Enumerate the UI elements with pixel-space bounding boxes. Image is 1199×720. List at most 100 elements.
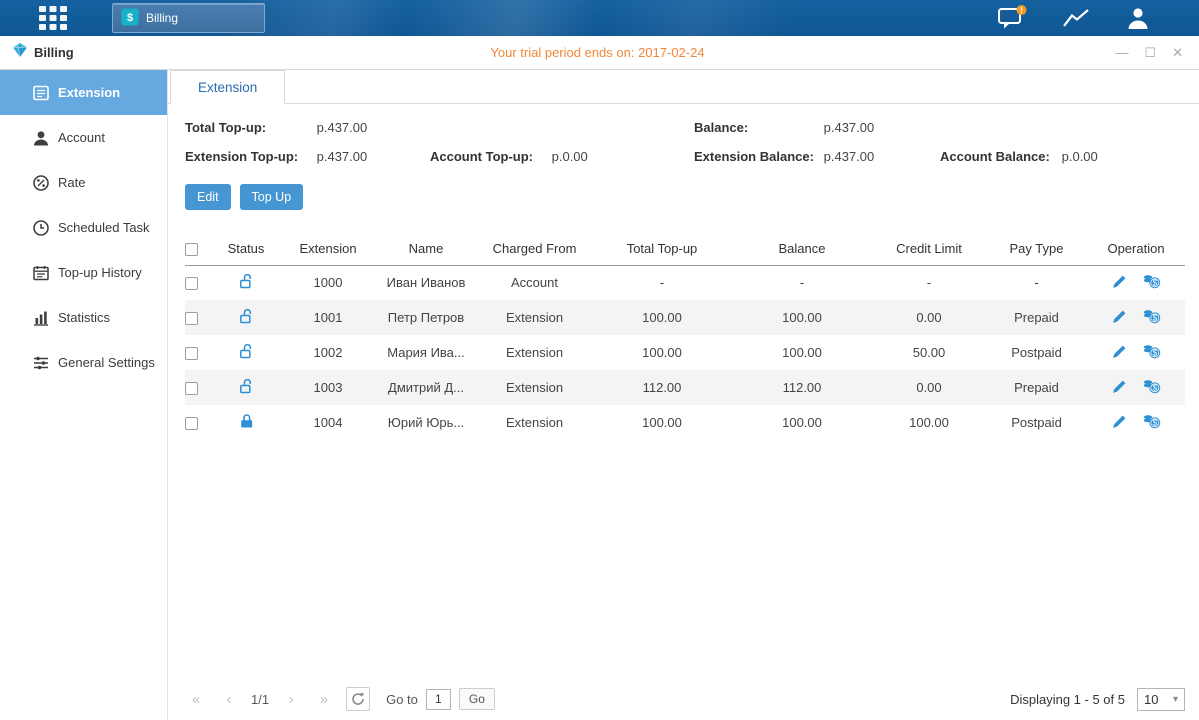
sidebar-item-scheduled-task[interactable]: Scheduled Task [0,205,167,250]
sidebar-item-rate[interactable]: Rate [0,160,167,205]
goto-page-input[interactable] [426,689,451,710]
account-topup-field: Account Top-up: p.0.00 [430,149,694,164]
sidebar-item-topup-history[interactable]: Top-up History [0,250,167,295]
cell-extension: 1004 [281,405,375,440]
extension-topup-value: p.437.00 [317,149,368,164]
goto-label: Go to [386,692,418,707]
main-panel: Extension Total Top-up: p.437.00 Balance… [168,70,1199,720]
billing-dollar-icon: $ [121,8,139,29]
cell-charged-from: Extension [477,370,592,405]
lock-open-icon[interactable] [239,273,254,289]
select-all-checkbox[interactable] [185,243,198,256]
table-header-row: Status Extension Name Charged From Total… [185,233,1185,265]
svg-text:$: $ [1152,313,1157,322]
sidebar: Extension Account Rate [0,70,168,720]
window-title: Billing [34,45,74,60]
account-person-icon [32,129,50,147]
topup-money-icon[interactable]: $ [1143,309,1161,324]
balance-summary: Total Top-up: p.437.00 Balance: p.437.00… [185,120,1185,164]
sliders-icon [32,354,50,372]
extension-balance-field: Extension Balance: p.437.00 [694,149,940,164]
close-icon[interactable]: ✕ [1172,46,1183,59]
cell-name: Дмитрий Д... [375,370,477,405]
sidebar-item-statistics[interactable]: Statistics [0,295,167,340]
page-size-select[interactable]: 10 ▾ [1137,688,1185,711]
minimize-icon[interactable]: — [1115,46,1128,59]
edit-pencil-icon[interactable] [1112,309,1127,324]
taskbar-item-label: Billing [146,11,178,25]
account-balance-value: p.0.00 [1062,149,1098,164]
pagination-bar: « ‹ 1/1 › » Go to Go Displaying 1 - 5 of… [185,687,1185,711]
row-checkbox[interactable] [185,417,198,430]
cell-pay-type: Postpaid [986,335,1087,370]
next-page-icon[interactable]: › [280,691,302,708]
statistics-chart-icon[interactable] [1061,6,1091,30]
top-up-button[interactable]: Top Up [240,184,304,210]
desktop-topbar: $ Billing ! [0,0,1199,36]
lock-open-icon[interactable] [239,378,254,394]
refresh-icon[interactable] [346,687,370,711]
total-topup-field: Total Top-up: p.437.00 [185,120,430,135]
row-checkbox[interactable] [185,277,198,290]
last-page-icon[interactable]: » [313,691,335,708]
taskbar-item-billing[interactable]: $ Billing [112,3,265,33]
first-page-icon[interactable]: « [185,691,207,708]
topup-money-icon[interactable]: $ [1143,344,1161,359]
sidebar-item-general-settings[interactable]: General Settings [0,340,167,385]
topup-money-icon[interactable]: $ [1143,379,1161,394]
balance-field: Balance: p.437.00 [694,120,940,135]
tab-extension[interactable]: Extension [170,70,285,104]
lock-open-icon[interactable] [239,343,254,359]
cell-pay-type: Prepaid [986,370,1087,405]
bar-chart-icon [32,309,50,327]
cell-name: Петр Петров [375,300,477,335]
maximize-icon[interactable]: ☐ [1144,46,1156,59]
cell-pay-type: - [986,265,1087,300]
table-row: 1003 Дмитрий Д... Extension 112.00 112.0… [185,370,1185,405]
cell-credit-limit: 100.00 [872,405,986,440]
extension-topup-field: Extension Top-up: p.437.00 [185,149,430,164]
chat-notification-icon[interactable]: ! [997,5,1027,31]
account-balance-label: Account Balance: [940,149,1058,164]
edit-button[interactable]: Edit [185,184,231,210]
chevron-down-icon: ▾ [1173,694,1178,705]
lock-open-icon[interactable] [239,308,254,324]
sidebar-item-label: Scheduled Task [58,220,150,235]
cell-total-topup: 100.00 [592,335,732,370]
page-size-value: 10 [1144,692,1158,707]
table-row: 1004 Юрий Юрь... Extension 100.00 100.00… [185,405,1185,440]
edit-pencil-icon[interactable] [1112,379,1127,394]
edit-pencil-icon[interactable] [1112,274,1127,289]
sidebar-item-account[interactable]: Account [0,115,167,160]
cell-total-topup: 100.00 [592,405,732,440]
total-topup-label: Total Top-up: [185,120,313,135]
go-button[interactable]: Go [459,688,495,710]
topup-money-icon[interactable]: $ [1143,274,1161,289]
row-checkbox[interactable] [185,382,198,395]
col-header-pay-type: Pay Type [986,233,1087,265]
cell-name: Мария Ива... [375,335,477,370]
sidebar-item-extension[interactable]: Extension [0,70,167,115]
sidebar-item-label: General Settings [58,355,155,370]
col-header-total-topup: Total Top-up [592,233,732,265]
apps-grid-icon[interactable] [36,3,70,33]
row-checkbox[interactable] [185,312,198,325]
row-checkbox[interactable] [185,347,198,360]
prev-page-icon[interactable]: ‹ [218,691,240,708]
total-topup-value: p.437.00 [317,120,368,135]
billing-app-icon [12,42,28,63]
extension-icon [32,84,50,102]
edit-pencil-icon[interactable] [1112,344,1127,359]
cell-charged-from: Account [477,265,592,300]
topup-money-icon[interactable]: $ [1143,414,1161,429]
edit-pencil-icon[interactable] [1112,414,1127,429]
lock-closed-icon[interactable] [239,413,254,429]
user-account-icon[interactable] [1125,6,1151,30]
page-indicator: 1/1 [251,692,269,707]
svg-text:!: ! [1020,5,1023,15]
cell-credit-limit: 50.00 [872,335,986,370]
sidebar-item-label: Rate [58,175,85,190]
col-header-extension: Extension [281,233,375,265]
table-row: 1001 Петр Петров Extension 100.00 100.00… [185,300,1185,335]
svg-text:$: $ [127,12,133,24]
